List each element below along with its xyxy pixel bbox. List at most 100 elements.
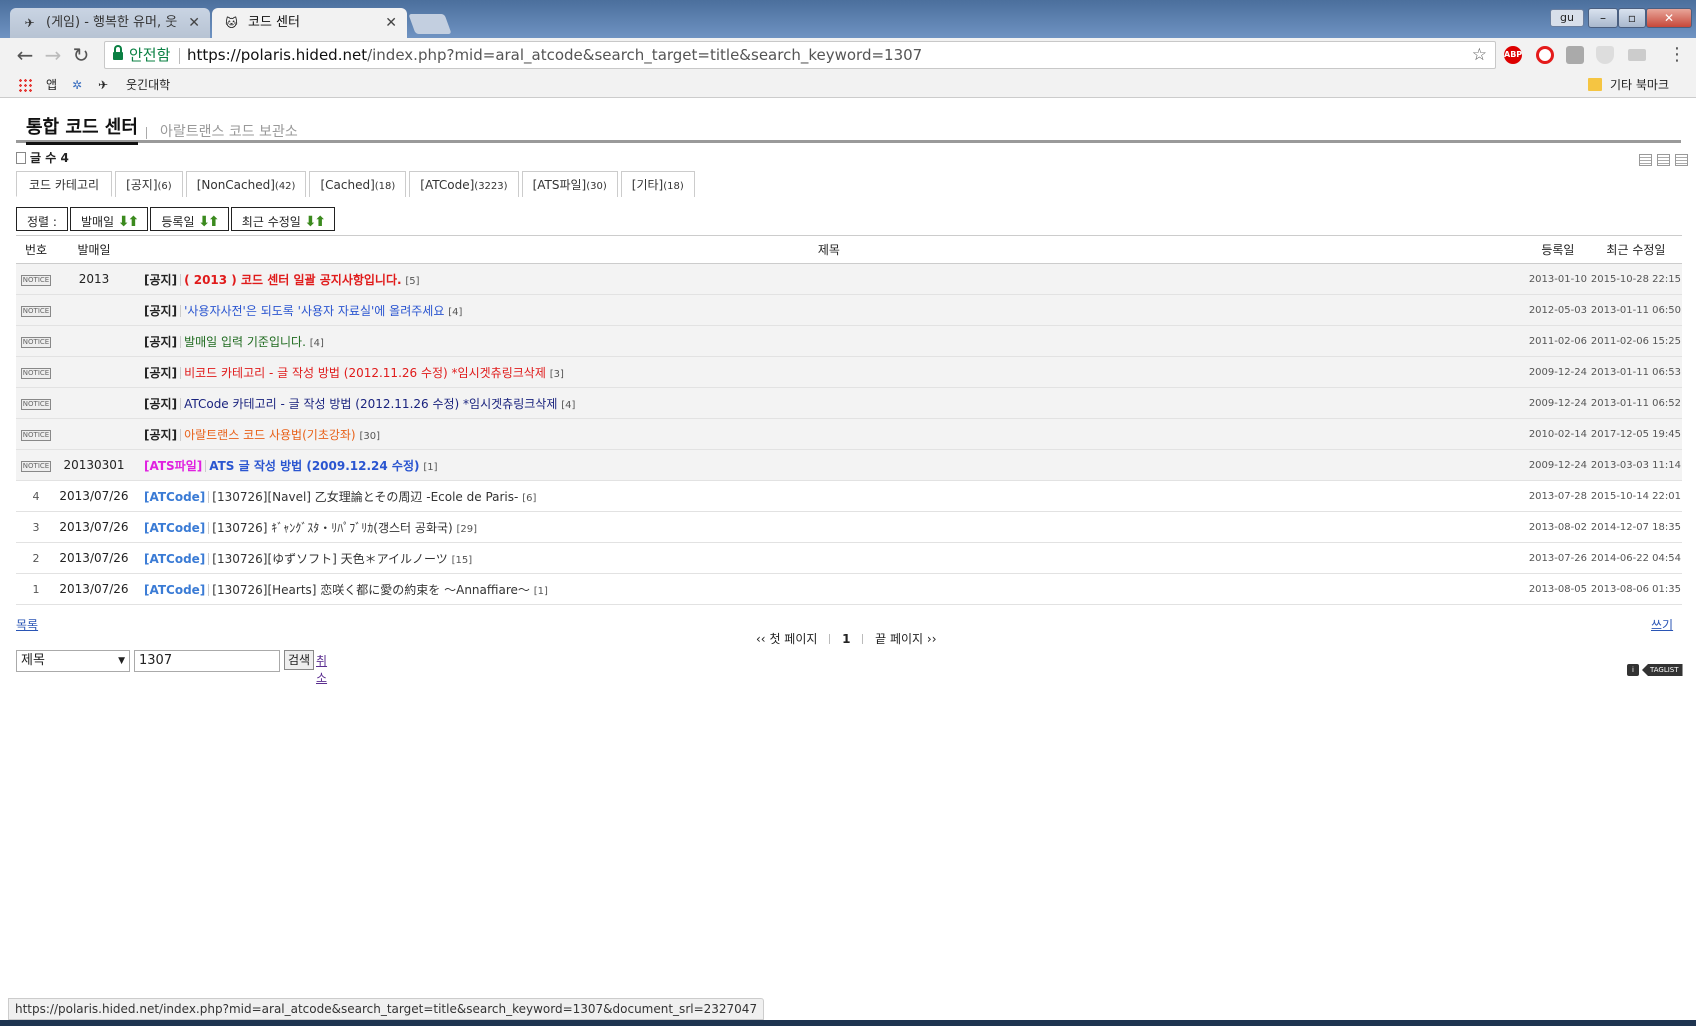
bookmark-other[interactable]: 기타 북마크: [1610, 72, 1669, 98]
maximize-button[interactable]: ▫: [1618, 8, 1646, 28]
tab-inactive[interactable]: ✈ (게임) - 행복한 유머, 웃 ✕: [10, 8, 210, 38]
first-page-link[interactable]: 첫 페이지: [769, 632, 817, 646]
search-button[interactable]: 검색: [284, 650, 314, 670]
category-link[interactable]: [공지]: [144, 428, 177, 442]
bookmark-apps[interactable]: 앱: [46, 72, 57, 98]
category-link[interactable]: [ATCode]: [144, 521, 205, 535]
category-link[interactable]: [공지]: [144, 397, 177, 411]
post-title-link[interactable]: ATCode 카테고리 - 글 작성 방법 (2012.11.26 수정) *임…: [184, 397, 557, 411]
post-title-link[interactable]: ATS 글 작성 방법 (2009.12.24 수정): [209, 459, 419, 473]
sort-moddate-button[interactable]: 최근 수정일 ⬇⬆: [230, 207, 336, 231]
category-link[interactable]: [공지]: [144, 335, 177, 349]
post-title-link[interactable]: 비코드 카테고리 - 글 작성 방법 (2012.11.26 수정) *임시겟츄…: [184, 366, 546, 380]
comment-count[interactable]: [4]: [448, 307, 462, 318]
search-target-select[interactable]: 제목 ▼: [16, 650, 130, 672]
gallery-view-icon[interactable]: [1675, 154, 1688, 166]
post-title-link[interactable]: [130726][Navel] 乙女理論とその周辺 -Ecole de Pari…: [212, 490, 518, 504]
reload-icon[interactable]: ↻: [68, 42, 94, 68]
last-page-link[interactable]: 끝 페이지: [875, 632, 923, 646]
category-tab[interactable]: [기타](18): [620, 171, 695, 197]
new-tab-button[interactable]: [408, 14, 452, 34]
table-row[interactable]: NOTICE 20130301 [ATS파일] ATS 글 작성 방법 (2009.1…: [16, 449, 1682, 481]
post-title-link[interactable]: [130726][Hearts] 恋咲く都に愛の約束を ～Annaffiare～: [212, 583, 530, 597]
category-link[interactable]: [ATCode]: [144, 583, 205, 597]
write-link[interactable]: 쓰기: [1651, 616, 1673, 633]
profile-button[interactable]: gu: [1550, 9, 1584, 27]
category-link[interactable]: [ATCode]: [144, 490, 205, 504]
cast-icon[interactable]: [1628, 49, 1646, 61]
category-tab[interactable]: [공지](6): [115, 171, 183, 197]
list-link[interactable]: 목록: [16, 616, 38, 633]
table-row[interactable]: NOTICE [공지] 발매일 입력 기준입니다. [4] 2011-02-06 201…: [16, 325, 1682, 357]
post-title-link[interactable]: '사용자사전'은 되도록 '사용자 자료실'에 올려주세요: [184, 304, 444, 318]
table-row[interactable]: 1 2013/07/26 [ATCode] [130726][Hearts] 恋咲く都…: [16, 573, 1682, 605]
taglist-badge[interactable]: i TAGLIST: [1627, 664, 1683, 676]
forward-arrow-icon[interactable]: →: [40, 42, 66, 68]
comment-count[interactable]: [15]: [452, 555, 473, 566]
apps-grid-icon[interactable]: [18, 78, 32, 92]
category-link[interactable]: [공지]: [144, 273, 177, 287]
sort-arrows-icon[interactable]: ⬇⬆: [198, 215, 220, 229]
back-arrow-icon[interactable]: ←: [12, 42, 38, 68]
list-view-icon[interactable]: [1639, 154, 1652, 166]
extension-icon[interactable]: [1566, 46, 1584, 64]
window-close-button[interactable]: ✕: [1646, 8, 1692, 28]
bookmark-item[interactable]: 웃긴대학: [126, 72, 170, 98]
category-tab[interactable]: [NonCached](42): [185, 171, 307, 197]
search-input[interactable]: 1307: [134, 650, 280, 672]
bookmark-icon[interactable]: ✲: [72, 72, 82, 98]
tab-active[interactable]: 🐱 코드 센터 ✕: [212, 8, 407, 38]
comment-count[interactable]: [6]: [522, 493, 536, 504]
comment-count[interactable]: [4]: [561, 400, 575, 411]
sort-regdate-button[interactable]: 등록일 ⬇⬆: [150, 207, 229, 231]
category-tab[interactable]: [ATCode](3223): [409, 171, 519, 197]
registered-date: 2012-05-03: [1525, 294, 1590, 326]
table-row[interactable]: 4 2013/07/26 [ATCode] [130726][Navel] 乙女理論と…: [16, 480, 1682, 512]
post-title-link[interactable]: 아랄트랜스 코드 사용법(기초강좌): [184, 428, 356, 442]
post-title-link[interactable]: ( 2013 ) 코드 센터 일괄 공지사항입니다.: [184, 273, 402, 287]
comment-count[interactable]: [5]: [405, 276, 419, 287]
page-title[interactable]: 통합 코드 센터: [26, 113, 138, 145]
comment-count[interactable]: [1]: [423, 462, 437, 473]
address-bar[interactable]: 안전함 https://polaris.hided.net/index.php?…: [104, 41, 1496, 69]
category-link[interactable]: [ATCode]: [144, 552, 205, 566]
webzine-view-icon[interactable]: [1657, 154, 1670, 166]
category-tab[interactable]: [Cached](18): [309, 171, 407, 197]
comment-count[interactable]: [30]: [359, 431, 380, 442]
post-title-cell: [ATCode] [130726][ゆずソフト] 天色＊アイルノーツ [15]: [132, 542, 1526, 574]
comment-count[interactable]: [29]: [457, 524, 478, 535]
table-row[interactable]: 3 2013/07/26 [ATCode] [130726] ｷﾞｬﾝｸﾞｽﾀ・ﾘﾊﾟ…: [16, 511, 1682, 543]
table-row[interactable]: NOTICE [공지] '사용자사전'은 되도록 '사용자 자료실'에 올려주세요 …: [16, 294, 1682, 326]
table-row[interactable]: NOTICE [공지] 아랄트랜스 코드 사용법(기초강좌) [30] 2010-02…: [16, 418, 1682, 450]
shield-icon[interactable]: [1596, 46, 1614, 64]
category-link[interactable]: [공지]: [144, 366, 177, 380]
cancel-link[interactable]: 취소: [316, 652, 327, 686]
sort-release-button[interactable]: 발매일 ⬇⬆: [69, 207, 149, 231]
post-title-cell: [공지] ATCode 카테고리 - 글 작성 방법 (2012.11.26 수정…: [132, 387, 1526, 419]
comment-count[interactable]: [3]: [550, 369, 564, 380]
sort-arrows-icon[interactable]: ⬇⬆: [305, 215, 327, 229]
browser-menu-icon[interactable]: ⋮: [1668, 44, 1686, 65]
bookmark-star-icon[interactable]: ☆: [1472, 42, 1487, 68]
category-tab[interactable]: 코드 카테고리: [16, 171, 113, 197]
post-title-link[interactable]: [130726][ゆずソフト] 天色＊アイルノーツ: [212, 552, 448, 566]
category-link[interactable]: [공지]: [144, 304, 177, 318]
opera-icon[interactable]: [1536, 46, 1554, 64]
close-icon[interactable]: ✕: [188, 8, 200, 38]
table-row[interactable]: NOTICE [공지] ATCode 카테고리 - 글 작성 방법 (2012.11…: [16, 387, 1682, 419]
url-text[interactable]: https://polaris.hided.net/index.php?mid=…: [187, 42, 922, 68]
table-row[interactable]: NOTICE [공지] 비코드 카테고리 - 글 작성 방법 (2012.11.26…: [16, 356, 1682, 388]
modified-date: 2015-10-28 22:15: [1589, 263, 1682, 295]
comment-count[interactable]: [1]: [534, 586, 548, 597]
table-row[interactable]: 2 2013/07/26 [ATCode] [130726][ゆずソフト] 天色＊アイ…: [16, 542, 1682, 574]
sort-arrows-icon[interactable]: ⬇⬆: [118, 215, 140, 229]
minimize-button[interactable]: –: [1588, 8, 1618, 28]
category-tab[interactable]: [ATS파일](30): [521, 171, 618, 197]
post-title-link[interactable]: 발매일 입력 기준입니다.: [184, 335, 306, 349]
category-link[interactable]: [ATS파일]: [144, 459, 202, 473]
comment-count[interactable]: [4]: [310, 338, 324, 349]
close-icon[interactable]: ✕: [385, 8, 397, 38]
adblock-icon[interactable]: ABP: [1504, 46, 1522, 64]
post-title-link[interactable]: [130726] ｷﾞｬﾝｸﾞｽﾀ・ﾘﾊﾟﾌﾞﾘｶ(갱스터 공화국): [212, 521, 452, 535]
table-row[interactable]: NOTICE 2013 [공지] ( 2013 ) 코드 센터 일괄 공지사항입니다.…: [16, 263, 1682, 295]
